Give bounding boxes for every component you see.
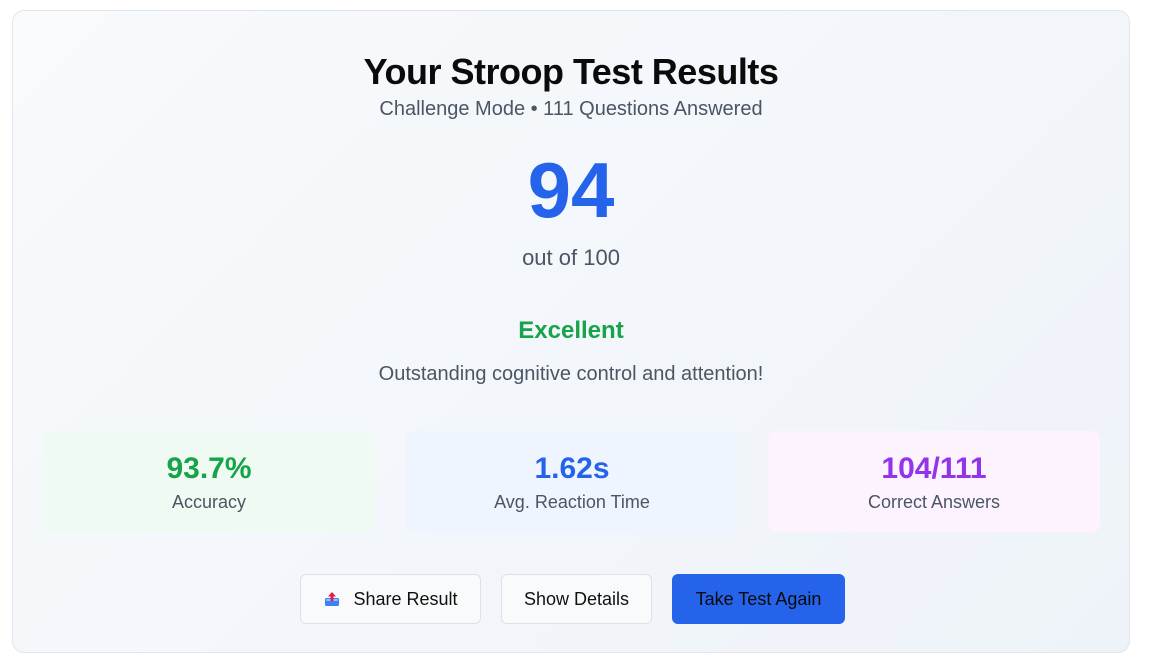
correct-answers-value: 104/111: [881, 452, 987, 485]
accuracy-label: Accuracy: [171, 492, 247, 512]
score-max: out of 100: [522, 245, 620, 270]
share-result-label: Share Result: [353, 588, 458, 609]
reaction-time-stat-card: 1.62s Avg. Reaction Time: [406, 431, 738, 532]
show-details-label: Show Details: [523, 588, 630, 609]
accuracy-stat-card: 93.7% Accuracy: [43, 431, 375, 532]
reaction-time-label: Avg. Reaction Time: [494, 492, 650, 512]
accuracy-value: 93.7%: [166, 452, 252, 485]
rating-message: Outstanding cognitive control and attent…: [378, 363, 764, 385]
share-outbox-icon: [325, 592, 340, 606]
score-value: 94: [527, 146, 615, 234]
show-details-button[interactable]: Show Details: [501, 574, 652, 624]
take-test-again-label: Take Test Again: [695, 588, 822, 609]
correct-answers-label: Correct Answers: [867, 492, 1001, 512]
page-title: Your Stroop Test Results: [363, 51, 779, 92]
rating-label: Excellent: [518, 317, 624, 344]
test-summary: Challenge Mode • 111 Questions Answered: [379, 98, 763, 120]
results-card: Your Stroop Test Results Challenge Mode …: [12, 10, 1130, 653]
take-test-again-button[interactable]: Take Test Again: [672, 574, 845, 624]
share-result-button[interactable]: Share Result: [300, 574, 481, 624]
reaction-time-value: 1.62s: [534, 452, 610, 485]
correct-answers-stat-card: 104/111 Correct Answers: [768, 431, 1100, 532]
